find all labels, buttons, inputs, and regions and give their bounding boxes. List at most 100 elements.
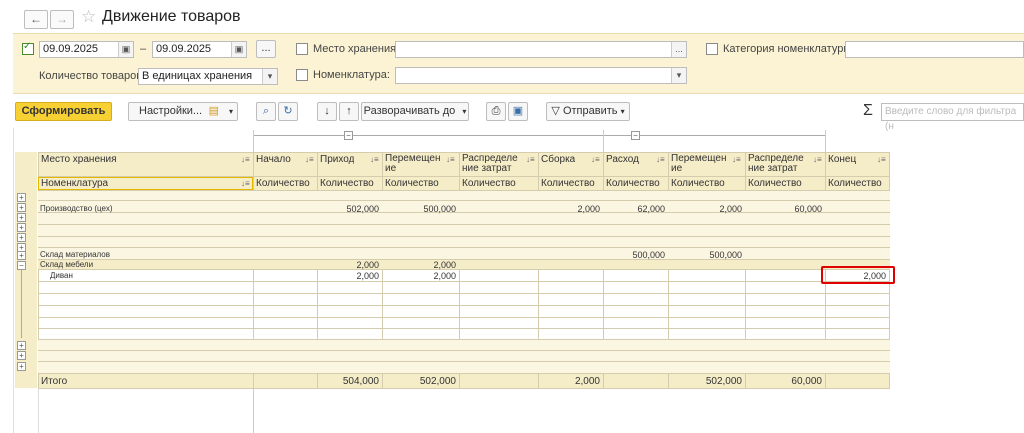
sort-icon[interactable]: ↓≡ bbox=[813, 155, 822, 164]
header-qty: Количество bbox=[671, 178, 725, 189]
expand-row-icon[interactable]: + bbox=[17, 233, 26, 242]
header-start: Начало bbox=[256, 154, 291, 165]
row-line bbox=[38, 361, 890, 362]
total-cell: 2,000 bbox=[574, 376, 600, 387]
print-button[interactable]: ⎙ bbox=[486, 102, 506, 121]
qty-select[interactable]: В единицах хранения ▾ bbox=[138, 68, 278, 85]
expand-row-icon[interactable]: + bbox=[17, 213, 26, 222]
period-from-field[interactable]: 09.09.2025 ▣ bbox=[39, 41, 134, 58]
report-frame bbox=[13, 128, 14, 433]
highlight-box bbox=[821, 266, 895, 284]
row-line bbox=[38, 152, 890, 153]
calendar-icon[interactable]: ▣ bbox=[231, 42, 246, 57]
period-checkbox[interactable]: ✓ bbox=[22, 41, 34, 55]
cell: 500,000 bbox=[709, 250, 742, 260]
filter-search-input[interactable]: Введите слово для фильтра (н bbox=[881, 103, 1024, 132]
row-label[interactable]: Склад материалов bbox=[40, 250, 110, 259]
header-alloc-out: Распределе ние затрат bbox=[748, 154, 804, 174]
select-button[interactable]: ... bbox=[671, 42, 686, 57]
group-row-bg bbox=[38, 259, 890, 269]
sort-icon[interactable]: ↓≡ bbox=[656, 155, 665, 164]
category-field[interactable] bbox=[845, 41, 1024, 58]
sort-icon[interactable]: ↓≡ bbox=[241, 179, 250, 188]
sort-icon[interactable]: ↓≡ bbox=[305, 155, 314, 164]
row-line bbox=[38, 328, 890, 329]
sort-asc-button[interactable]: ↓ bbox=[317, 102, 337, 121]
generate-button[interactable]: Сформировать bbox=[15, 102, 112, 121]
row-line bbox=[38, 259, 890, 260]
row-line bbox=[38, 224, 890, 225]
chevron-down-icon[interactable]: ▾ bbox=[262, 69, 277, 84]
chevron-down-icon: ▾ bbox=[620, 107, 625, 116]
row-line bbox=[38, 317, 890, 318]
replace-button[interactable]: ↻ bbox=[278, 102, 298, 121]
variants-icon: ▤ bbox=[208, 105, 219, 117]
cell: 2,000 bbox=[356, 260, 379, 270]
header-qty: Количество bbox=[320, 178, 374, 189]
expand-row-icon[interactable]: + bbox=[17, 341, 26, 350]
sort-icon[interactable]: ↓≡ bbox=[370, 155, 379, 164]
chevron-down-icon[interactable]: ▾ bbox=[671, 68, 686, 83]
collapse-group-icon[interactable]: − bbox=[631, 131, 640, 140]
nomenclature-checkbox[interactable] bbox=[296, 69, 308, 81]
sort-icon[interactable]: ↓≡ bbox=[591, 155, 600, 164]
row-line bbox=[38, 200, 890, 201]
settings-button[interactable]: Настройки... ▤ ▾ bbox=[128, 102, 238, 121]
send-button[interactable]: ▽ Отправить ▾ bbox=[546, 102, 630, 121]
expand-row-icon[interactable]: + bbox=[17, 362, 26, 371]
nomenclature-label: Номенклатура: bbox=[313, 69, 390, 81]
favorite-star-icon[interactable]: ☆ bbox=[81, 7, 96, 27]
chevron-down-icon: ▾ bbox=[228, 107, 233, 116]
preview-button[interactable]: ▣ bbox=[508, 102, 528, 121]
header-qty: Количество bbox=[385, 178, 439, 189]
row-line bbox=[38, 350, 890, 351]
expand-row-icon[interactable]: + bbox=[17, 351, 26, 360]
header-qty: Количество bbox=[541, 178, 595, 189]
collapse-row-icon[interactable]: − bbox=[17, 261, 26, 270]
expand-row-icon[interactable]: + bbox=[17, 251, 26, 260]
back-button[interactable]: ← bbox=[24, 10, 48, 29]
expand-row-icon[interactable]: + bbox=[17, 203, 26, 212]
row-label[interactable]: Производство (цех) bbox=[40, 204, 112, 213]
row-line bbox=[38, 236, 890, 237]
row-line bbox=[38, 373, 890, 374]
row-line bbox=[38, 269, 890, 270]
expand-row-icon[interactable]: + bbox=[17, 223, 26, 232]
sort-icon[interactable]: ↓≡ bbox=[732, 155, 741, 164]
storage-field[interactable]: ... bbox=[395, 41, 687, 58]
chevron-down-icon: ▾ bbox=[462, 107, 467, 116]
category-label: Категория номенклатуры: bbox=[723, 43, 855, 55]
calendar-icon[interactable]: ▣ bbox=[118, 42, 133, 57]
header-income: Приход bbox=[320, 154, 355, 165]
header-qty: Количество bbox=[828, 178, 882, 189]
header-expense: Расход bbox=[606, 154, 639, 165]
sort-desc-button[interactable]: ↑ bbox=[339, 102, 359, 121]
header-assembly: Сборка bbox=[541, 154, 576, 165]
expand-button[interactable]: Разворачивать до ▾ bbox=[361, 102, 469, 121]
storage-checkbox[interactable] bbox=[296, 43, 308, 55]
period-dash: – bbox=[140, 43, 147, 55]
row-line bbox=[38, 247, 890, 248]
row-label[interactable]: Диван bbox=[50, 271, 73, 280]
period-select-button[interactable]: ... bbox=[256, 40, 276, 58]
collapse-group-icon[interactable]: − bbox=[344, 131, 353, 140]
group-row-bg bbox=[38, 191, 890, 259]
forward-button[interactable]: → bbox=[50, 10, 74, 29]
sort-icon[interactable]: ↓≡ bbox=[446, 155, 455, 164]
period-to-field[interactable]: 09.09.2025 ▣ bbox=[152, 41, 247, 58]
sort-icon[interactable]: ↓≡ bbox=[241, 155, 250, 164]
sort-icon[interactable]: ↓≡ bbox=[877, 155, 886, 164]
row-line bbox=[38, 339, 890, 340]
total-cell: 504,000 bbox=[342, 376, 379, 387]
cell: 2,000 bbox=[356, 271, 379, 281]
sort-icon[interactable]: ↓≡ bbox=[526, 155, 535, 164]
cell: 60,000 bbox=[794, 204, 822, 214]
sum-icon[interactable]: Σ bbox=[863, 102, 873, 120]
search-button[interactable]: ⌕ bbox=[256, 102, 276, 121]
expand-row-icon[interactable]: + bbox=[17, 193, 26, 202]
row-line bbox=[38, 305, 890, 306]
row-label[interactable]: Склад мебели bbox=[40, 260, 93, 269]
cell: 502,000 bbox=[346, 204, 379, 214]
nomenclature-field[interactable]: ▾ bbox=[395, 67, 687, 84]
category-checkbox[interactable] bbox=[706, 43, 718, 55]
